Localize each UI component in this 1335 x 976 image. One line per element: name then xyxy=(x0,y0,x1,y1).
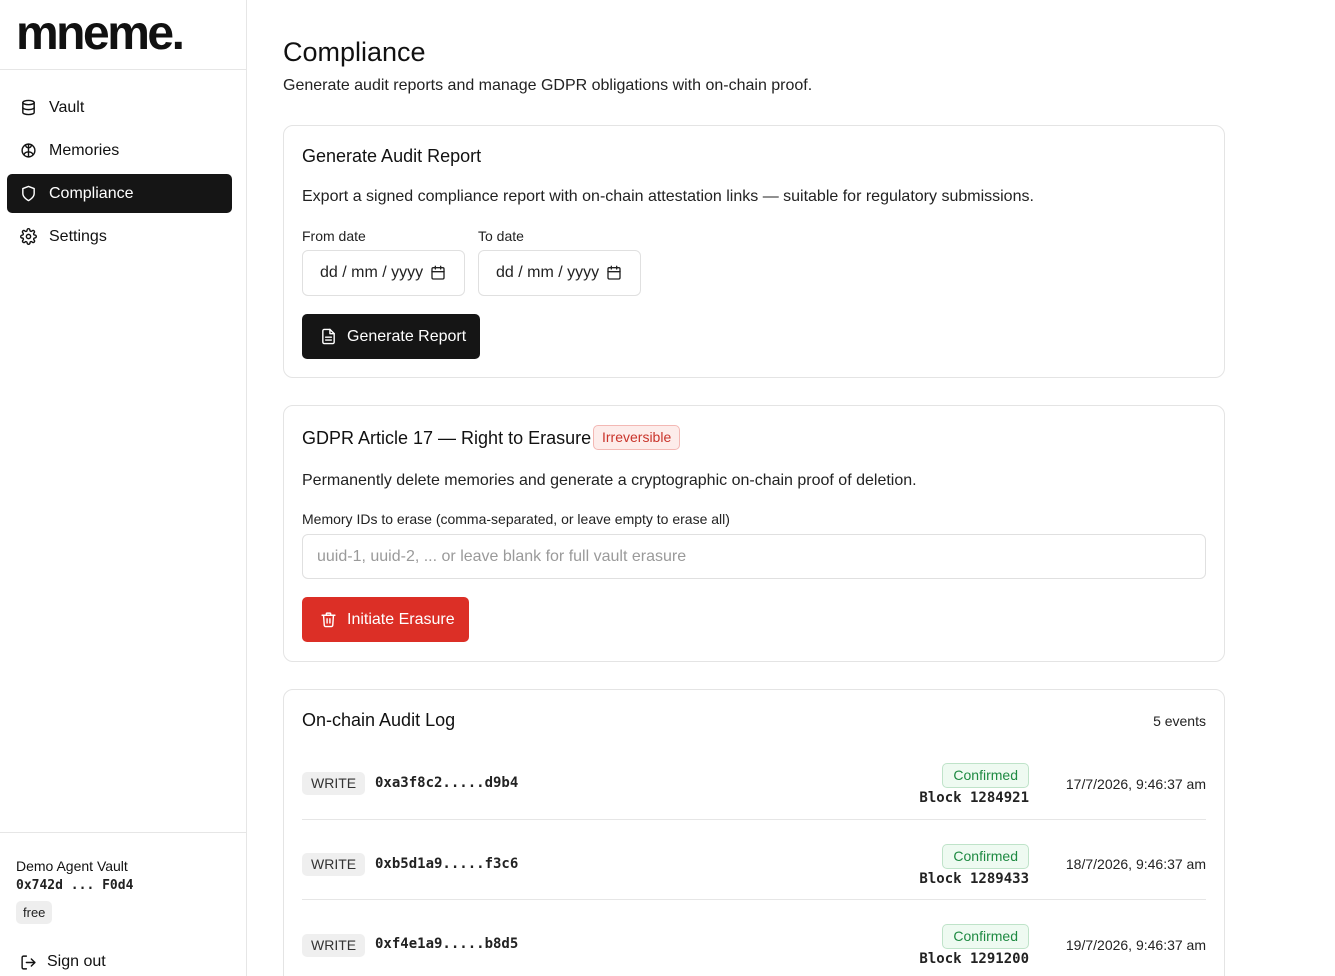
vault-address: 0x742d ... F0d4 xyxy=(16,878,134,893)
erasure-card: GDPR Article 17 — Right to Erasure Irrev… xyxy=(283,405,1225,662)
to-date-input[interactable]: dd / mm / yyyy xyxy=(478,250,641,296)
event-timestamp: 18/7/2026, 9:46:37 am xyxy=(1065,856,1206,872)
from-date-label: From date xyxy=(302,228,366,244)
brain-icon xyxy=(20,142,37,159)
audit-log-row[interactable]: WRITE 0xb5d1a9.....f3c6 Confirmed Block … xyxy=(302,820,1206,900)
block-number: Block 1291200 xyxy=(919,951,1029,967)
event-count: 5 events xyxy=(1153,713,1206,729)
brand-logo[interactable]: mneme. xyxy=(16,8,185,60)
sidebar-item-label: Vault xyxy=(49,98,85,116)
operation-badge: WRITE xyxy=(302,772,366,795)
logout-icon xyxy=(21,954,36,970)
initiate-erasure-button[interactable]: Initiate Erasure xyxy=(302,597,469,642)
footer-divider xyxy=(0,832,246,833)
sidebar-item-compliance[interactable]: Compliance xyxy=(7,174,232,213)
sign-out-label: Sign out xyxy=(47,953,106,970)
file-text-icon xyxy=(322,328,335,345)
sidebar-nav: Vault Memories Compliance Settings xyxy=(7,88,232,260)
vault-name: Demo Agent Vault xyxy=(16,858,128,874)
block-number: Block 1289433 xyxy=(919,871,1029,887)
page-title: Compliance xyxy=(283,37,426,67)
audit-log-row[interactable]: WRITE 0xf4e1a9.....b8d5 Confirmed Block … xyxy=(302,901,1206,976)
sidebar-item-label: Compliance xyxy=(49,184,134,202)
status-badge: Confirmed xyxy=(942,844,1029,869)
sidebar-item-vault[interactable]: Vault xyxy=(7,88,232,127)
audit-report-description: Export a signed compliance report with o… xyxy=(302,188,1034,205)
audit-log-row[interactable]: WRITE 0xa3f8c2.....d9b4 Confirmed Block … xyxy=(302,740,1206,820)
erasure-description: Permanently delete memories and generate… xyxy=(302,472,917,489)
memory-ids-input[interactable] xyxy=(302,534,1206,579)
tx-hash[interactable]: 0xb5d1a9.....f3c6 xyxy=(375,856,518,872)
from-date-input[interactable]: dd / mm / yyyy xyxy=(302,250,465,296)
audit-report-title: Generate Audit Report xyxy=(302,146,482,166)
irreversible-badge: Irreversible xyxy=(593,425,681,450)
initiate-erasure-label: Initiate Erasure xyxy=(347,610,455,628)
event-timestamp: 17/7/2026, 9:46:37 am xyxy=(1065,776,1206,792)
plan-badge: free xyxy=(16,901,53,924)
sidebar-item-settings[interactable]: Settings xyxy=(7,217,232,256)
to-date-label: To date xyxy=(478,228,524,244)
sidebar: mneme. Vault Memories Compliance Setting… xyxy=(0,0,247,976)
gear-icon xyxy=(20,228,37,245)
erasure-title: GDPR Article 17 — Right to Erasure xyxy=(302,428,592,448)
block-number: Block 1284921 xyxy=(919,790,1029,806)
operation-badge: WRITE xyxy=(302,853,366,876)
logo-divider xyxy=(0,69,246,70)
database-icon xyxy=(20,99,37,116)
sidebar-item-memories[interactable]: Memories xyxy=(7,131,232,170)
shield-icon xyxy=(20,185,37,202)
audit-report-card: Generate Audit Report Export a signed co… xyxy=(283,125,1225,378)
calendar-icon[interactable] xyxy=(606,265,622,281)
audit-log-card: On-chain Audit Log 5 events WRITE 0xa3f8… xyxy=(283,689,1225,976)
status-badge: Confirmed xyxy=(942,763,1029,788)
generate-report-button[interactable]: Generate Report xyxy=(302,314,480,359)
calendar-icon[interactable] xyxy=(430,265,446,281)
tx-hash[interactable]: 0xf4e1a9.....b8d5 xyxy=(375,936,518,952)
memory-ids-label: Memory IDs to erase (comma-separated, or… xyxy=(302,511,730,527)
to-date-value: dd / mm / yyyy xyxy=(496,264,600,281)
sign-out-button[interactable]: Sign out xyxy=(20,953,106,971)
audit-log-title: On-chain Audit Log xyxy=(302,710,456,730)
from-date-value: dd / mm / yyyy xyxy=(320,264,424,281)
event-timestamp: 19/7/2026, 9:46:37 am xyxy=(1065,937,1206,953)
generate-report-label: Generate Report xyxy=(347,327,467,345)
sidebar-item-label: Settings xyxy=(49,227,107,245)
sidebar-item-label: Memories xyxy=(49,141,120,159)
page-subtitle: Generate audit reports and manage GDPR o… xyxy=(283,77,813,94)
operation-badge: WRITE xyxy=(302,934,366,957)
trash-icon xyxy=(321,612,336,628)
status-badge: Confirmed xyxy=(942,924,1029,949)
tx-hash[interactable]: 0xa3f8c2.....d9b4 xyxy=(375,775,518,791)
